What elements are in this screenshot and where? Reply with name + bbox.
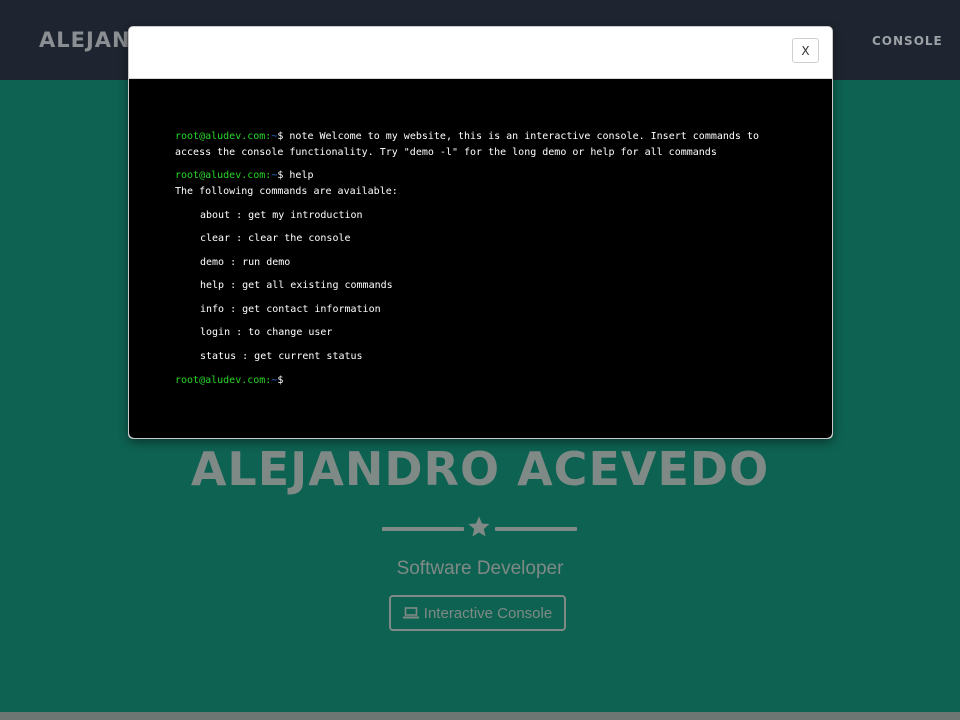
terminal-line-help: root@aludev.com:~$ help: [175, 168, 795, 184]
terminal[interactable]: root@aludev.com:~$ note Welcome to my we…: [129, 79, 832, 438]
interactive-console-button[interactable]: Interactive Console: [389, 595, 566, 631]
star-icon: [468, 516, 490, 537]
command-item-help: help : get all existing commands: [200, 280, 393, 291]
terminal-input-line[interactable]: root@aludev.com:~$: [175, 373, 795, 389]
terminal-prompt: root@aludev.com:~$: [175, 375, 284, 386]
terminal-command: help: [283, 170, 314, 181]
command-item-info: info : get contact information: [200, 304, 381, 315]
nav-link-console[interactable]: CONSOLE: [872, 34, 943, 48]
command-item-about: about : get my introduction: [200, 210, 363, 221]
footer-strip: [0, 712, 960, 720]
close-button[interactable]: X: [792, 38, 819, 63]
terminal-prompt: root@aludev.com:~$: [175, 170, 284, 181]
hero-subtitle: Software Developer: [396, 558, 564, 579]
terminal-line-note: root@aludev.com:~$ note Welcome to my we…: [175, 129, 795, 161]
divider-line-left: [382, 527, 464, 531]
laptop-icon: [402, 607, 419, 619]
terminal-intro: The following commands are available:: [175, 186, 398, 197]
console-modal: X root@aludev.com:~$ note Welcome to my …: [128, 26, 833, 439]
terminal-prompt: root@aludev.com:~$: [175, 131, 284, 142]
command-item-clear: clear : clear the console: [200, 233, 351, 244]
hero-name: ALEJANDRO ACEVEDO: [190, 442, 770, 496]
modal-header: X: [129, 27, 832, 79]
command-item-login: login : to change user: [200, 327, 333, 338]
command-item-status: status : get current status: [200, 351, 363, 362]
divider-line-right: [495, 527, 577, 531]
console-button-label: Interactive Console: [423, 604, 553, 622]
command-item-demo: demo : run demo: [200, 257, 291, 268]
brand-logo[interactable]: ALEJAN: [39, 28, 131, 52]
